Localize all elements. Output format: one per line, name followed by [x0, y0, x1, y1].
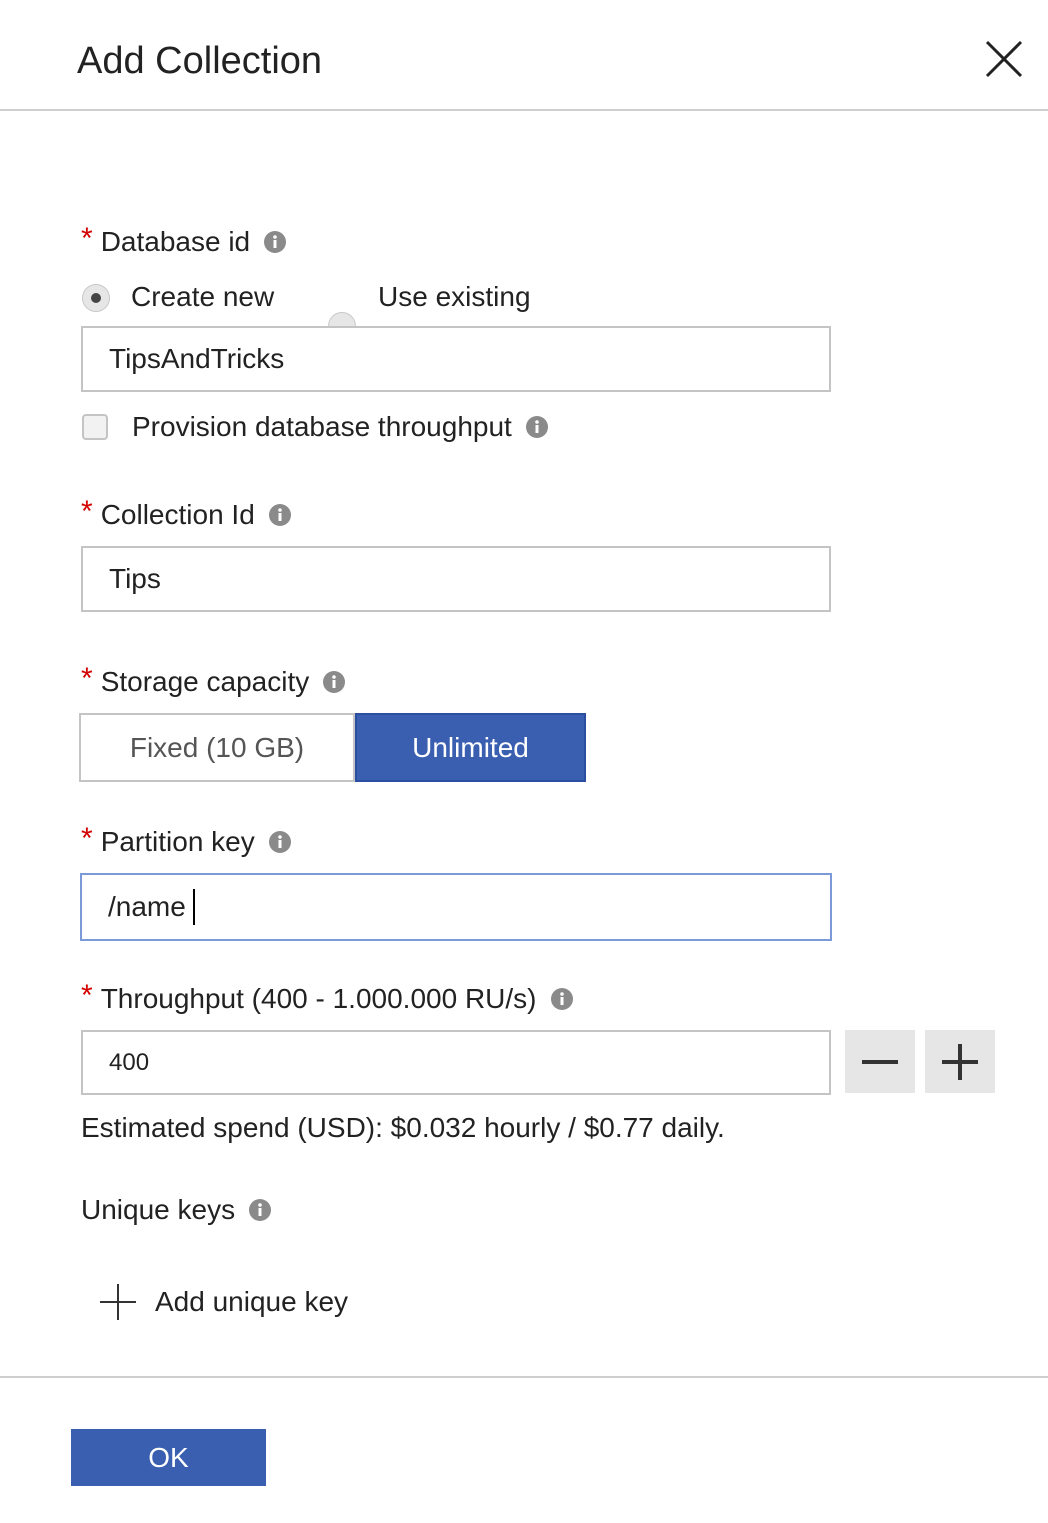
database-id-label-row: * Database id — [81, 222, 287, 260]
info-icon[interactable] — [249, 1199, 272, 1221]
dialog-title: Add Collection — [77, 40, 323, 82]
partition-key-label-row: * Partition key — [81, 822, 291, 860]
info-icon[interactable] — [525, 416, 548, 438]
partition-key-label: Partition key — [100, 826, 255, 857]
footer-divider — [0, 1376, 1048, 1378]
storage-capacity-label: Storage capacity — [100, 666, 310, 697]
text-cursor — [193, 889, 195, 925]
info-icon[interactable] — [268, 504, 291, 526]
storage-fixed-option[interactable]: Fixed (10 GB) — [79, 713, 355, 782]
info-icon[interactable] — [323, 671, 346, 693]
collection-id-input[interactable] — [81, 546, 831, 612]
throughput-label: Throughput (400 - 1.000.000 RU/s) — [100, 983, 537, 1014]
provision-throughput-label[interactable]: Provision database throughput — [132, 409, 512, 445]
use-existing-label[interactable]: Use existing — [378, 279, 531, 315]
minus-icon[interactable] — [860, 1042, 900, 1082]
info-icon[interactable] — [550, 988, 573, 1010]
info-icon[interactable] — [264, 231, 287, 253]
provision-throughput-checkbox[interactable] — [82, 414, 108, 440]
plus-icon[interactable] — [940, 1042, 980, 1082]
estimated-spend: Estimated spend (USD): $0.032 hourly / $… — [81, 1112, 725, 1143]
unique-keys-label: Unique keys — [81, 1194, 236, 1225]
database-id-input[interactable] — [81, 326, 831, 392]
add-unique-key-button[interactable]: Add unique key — [100, 1284, 348, 1320]
database-id-label: Database id — [100, 226, 251, 257]
required-marker: * — [81, 979, 93, 1012]
required-marker: * — [81, 662, 93, 695]
increment-button[interactable] — [925, 1030, 995, 1093]
storage-capacity-label-row: * Storage capacity — [81, 662, 346, 700]
close-button[interactable] — [983, 38, 1025, 80]
plus-icon[interactable] — [100, 1284, 136, 1320]
header-divider — [0, 109, 1048, 111]
storage-unlimited-option[interactable]: Unlimited — [355, 713, 586, 782]
throughput-label-row: * Throughput (400 - 1.000.000 RU/s) — [81, 979, 573, 1017]
collection-id-label: Collection Id — [100, 499, 255, 530]
close-icon[interactable] — [983, 38, 1025, 80]
create-new-radio[interactable] — [82, 284, 110, 312]
ok-button[interactable]: OK — [71, 1429, 266, 1486]
info-icon[interactable] — [268, 831, 291, 853]
collection-id-label-row: * Collection Id — [81, 495, 291, 533]
decrement-button[interactable] — [845, 1030, 915, 1093]
required-marker: * — [81, 495, 93, 528]
add-unique-key-label[interactable]: Add unique key — [155, 1284, 348, 1320]
required-marker: * — [81, 822, 93, 855]
required-marker: * — [81, 222, 93, 255]
throughput-input[interactable] — [81, 1030, 831, 1095]
provision-throughput-row: Provision database throughput — [132, 409, 548, 445]
unique-keys-label-row: Unique keys — [81, 1192, 272, 1228]
create-new-label[interactable]: Create new — [131, 279, 274, 315]
